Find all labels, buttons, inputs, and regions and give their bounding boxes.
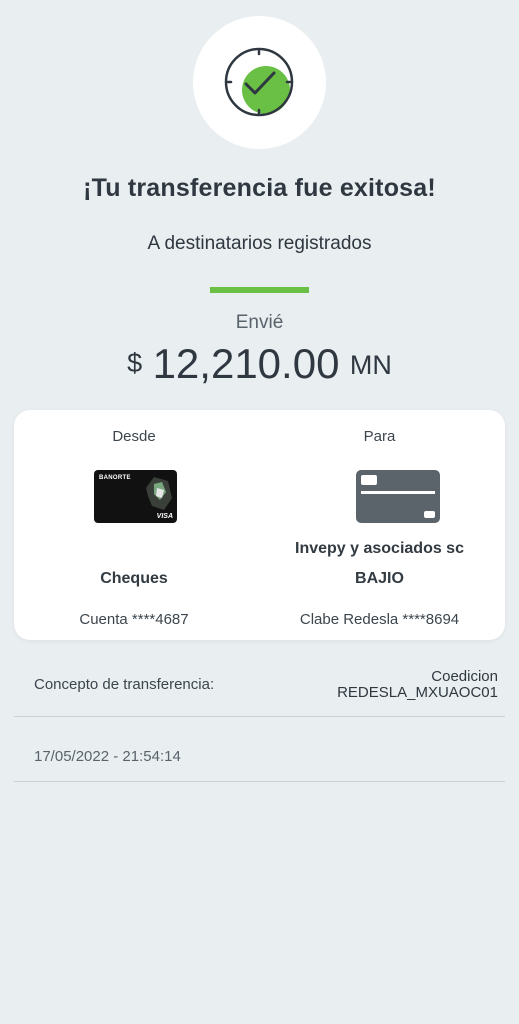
to-label: Para bbox=[363, 428, 396, 445]
amount-display: $ 12,210.00 MN bbox=[0, 340, 519, 388]
concept-label: Concepto de transferencia: bbox=[34, 676, 215, 693]
card-brand: BANORTE bbox=[99, 475, 131, 481]
concept-value-line2: REDESLA_MXUAOC01 bbox=[337, 684, 498, 701]
source-account: Desde BANORTE VISA Cheques Cuenta ****46… bbox=[14, 410, 254, 640]
concept-value-line1: Coedicion bbox=[431, 668, 498, 685]
timestamp-row: 17/05/2022 - 21:54:14 bbox=[14, 717, 505, 782]
banorte-card-icon: BANORTE VISA bbox=[94, 470, 177, 523]
page-subtitle: A destinatarios registrados bbox=[147, 233, 372, 254]
concept-row: Concepto de transferencia: Coedicion RED… bbox=[14, 660, 505, 717]
amount-value: 12,210.00 bbox=[152, 340, 340, 387]
transfer-success-screen: ¡Tu transferencia fue exitosa! A destina… bbox=[0, 0, 519, 1024]
destination-account: Para Invepy y asociados sc BAJIO Clabe R… bbox=[254, 410, 505, 640]
transfer-details-card: Desde BANORTE VISA Cheques Cuenta ****46… bbox=[14, 410, 505, 640]
amount-currency: $ bbox=[127, 348, 143, 378]
recipient-bank: BAJIO bbox=[355, 570, 404, 587]
success-badge bbox=[193, 16, 326, 149]
recipient-name: Invepy y asociados sc bbox=[295, 540, 464, 557]
recipient-account-number: Clabe Redesla ****8694 bbox=[299, 611, 460, 628]
source-account-type: Cheques bbox=[100, 570, 168, 587]
card-network: VISA bbox=[156, 513, 173, 520]
concept-value: Coedicion REDESLA_MXUAOC01 bbox=[337, 669, 498, 701]
credit-card-icon bbox=[356, 470, 440, 523]
amount-unit: MN bbox=[349, 350, 392, 380]
accent-divider bbox=[210, 287, 309, 293]
page-title: ¡Tu transferencia fue exitosa! bbox=[83, 174, 436, 202]
check-circle-icon bbox=[224, 47, 294, 117]
amount-label: Envié bbox=[235, 312, 284, 333]
transfer-timestamp: 17/05/2022 - 21:54:14 bbox=[34, 748, 181, 765]
from-label: Desde bbox=[112, 428, 156, 445]
source-account-number: Cuenta ****4687 bbox=[79, 611, 189, 628]
